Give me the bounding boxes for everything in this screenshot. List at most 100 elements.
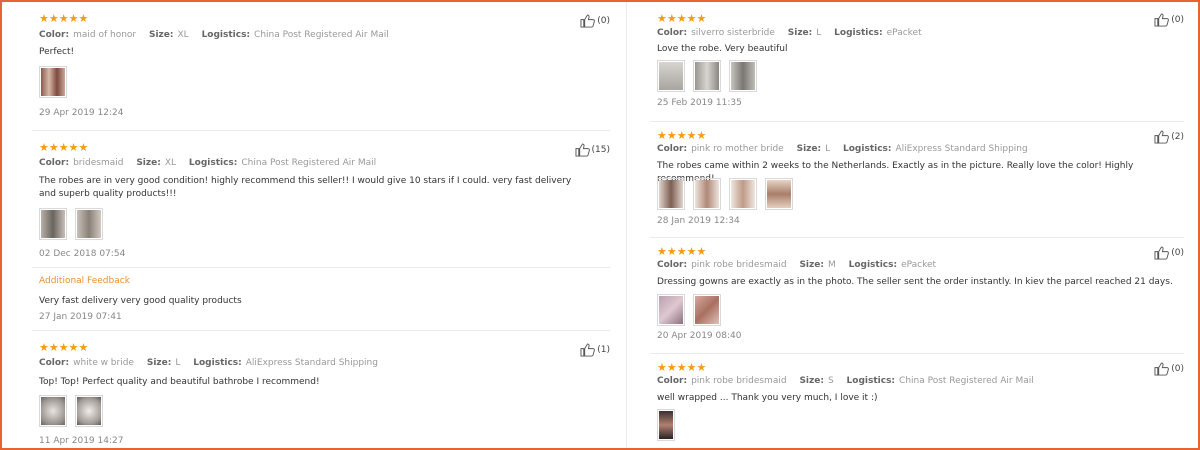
review-photo[interactable] [657, 178, 685, 210]
star-rating: ★★★★★ [657, 245, 707, 258]
review-text: Love the robe. Very beautiful [657, 44, 788, 54]
review-text: Dressing gowns are exactly as in the pho… [657, 277, 1173, 287]
helpful-button[interactable]: (15) [575, 143, 610, 157]
review-text: Top! Top! Perfect quality and beautiful … [39, 377, 320, 387]
column-divider [626, 2, 627, 448]
helpful-button[interactable]: (0) [1154, 13, 1184, 27]
review-photo[interactable] [765, 178, 793, 210]
review-photos [39, 66, 67, 98]
review-card: ★★★★★ Color: pink robe bridesmaid Size: S … [650, 353, 1184, 448]
helpful-count: (15) [591, 145, 610, 155]
logistics-value: ePacket [901, 260, 937, 270]
logistics-value: China Post Registered Air Mail [899, 376, 1034, 386]
color-value: maid of honor [73, 30, 137, 40]
helpful-button[interactable]: (1) [580, 343, 610, 357]
thumbs-up-icon [1154, 362, 1170, 376]
logistics-value: China Post Registered Air Mail [241, 158, 377, 168]
thumbs-up-icon [580, 343, 596, 357]
review-photo[interactable] [657, 409, 675, 441]
logistics-value: China Post Registered Air Mail [254, 30, 389, 40]
helpful-button[interactable]: (0) [1154, 362, 1184, 376]
color-value: silverro sisterbride [691, 28, 775, 38]
review-text: The robes are in very good condition! hi… [39, 176, 572, 199]
size-value: S [827, 376, 834, 386]
review-photo[interactable] [693, 178, 721, 210]
review-date: 25 Feb 2019 11:35 [657, 98, 742, 108]
review-meta: Color: maid of honor Size: XL Logistics: Ch… [39, 30, 389, 40]
review-photos [657, 60, 757, 92]
color-value: pink robe bridesmaid [691, 376, 787, 386]
review-photo[interactable] [657, 60, 685, 92]
color-value: white w bride [73, 358, 134, 368]
helpful-count: (0) [597, 16, 610, 26]
logistics-value: ePacket [886, 28, 922, 38]
star-rating: ★★★★★ [39, 12, 89, 25]
size-value: M [827, 260, 836, 270]
review-photos [39, 208, 103, 240]
color-value: bridesmaid [73, 158, 124, 168]
additional-feedback-title: Additional Feedback [39, 276, 130, 286]
helpful-button[interactable]: (0) [1154, 246, 1184, 260]
review-meta: Color: pink ro mother bride Size: L Logist… [657, 144, 1028, 154]
review-photo[interactable] [39, 66, 67, 98]
review-card: ★★★★★ Color: pink ro mother bride Size: L … [650, 121, 1184, 238]
review-meta: Color: pink robe bridesmaid Size: S Logist… [657, 376, 1034, 386]
review-photos [39, 395, 103, 427]
review-meta: Color: pink robe bridesmaid Size: M Logist… [657, 260, 937, 270]
review-date: 02 Dec 2018 07:54 [39, 249, 126, 259]
star-rating: ★★★★★ [657, 129, 707, 142]
review-meta: Color: white w bride Size: L Logistics: Ali… [39, 358, 378, 368]
review-photo[interactable] [693, 294, 721, 326]
size-value: L [175, 358, 181, 368]
helpful-count: (2) [1171, 132, 1184, 142]
review-card: ★★★★★ Color: silverro sisterbride Size: L … [650, 2, 1184, 121]
helpful-count: (0) [1171, 248, 1184, 258]
review-date: 11 Apr 2019 14:27 [39, 436, 124, 446]
review-card: ★★★★★ Color: pink robe bridesmaid Size: M … [650, 237, 1184, 354]
review-photos [657, 178, 793, 210]
helpful-button[interactable]: (0) [580, 14, 610, 28]
review-card: ★★★★★ Color: white w bride Size: L Logisti… [32, 330, 610, 448]
review-photo[interactable] [75, 208, 103, 240]
thumbs-up-icon [575, 143, 590, 157]
review-card: ★★★★★ Color: maid of honor Size: XL Logist… [32, 2, 610, 130]
thumbs-up-icon [1154, 13, 1170, 27]
review-photos [657, 294, 721, 326]
review-photo[interactable] [75, 395, 103, 427]
review-photo[interactable] [39, 395, 67, 427]
review-photo[interactable] [693, 60, 721, 92]
additional-feedback-divider [32, 267, 610, 268]
helpful-count: (0) [1171, 15, 1184, 25]
size-value: L [825, 144, 831, 154]
helpful-button[interactable]: (2) [1154, 130, 1184, 144]
star-rating: ★★★★★ [39, 141, 89, 154]
logistics-value: AliExpress Standard Shipping [245, 358, 378, 368]
review-card: ★★★★★ Color: bridesmaid Size: XL Logistics… [32, 130, 610, 331]
review-meta: Color: silverro sisterbride Size: L Logist… [657, 28, 922, 38]
additional-feedback-text: Very fast delivery very good quality pro… [39, 296, 242, 306]
thumbs-up-icon [1154, 246, 1170, 260]
thumbs-up-icon [580, 14, 596, 28]
review-date: 28 Jan 2019 12:34 [657, 216, 740, 226]
review-photo[interactable] [39, 208, 67, 240]
size-value: L [816, 28, 822, 38]
review-meta: Color: bridesmaid Size: XL Logistics: China… [39, 158, 377, 168]
star-rating: ★★★★★ [657, 12, 707, 25]
review-photo[interactable] [657, 294, 685, 326]
review-text: Perfect! [39, 47, 75, 57]
helpful-count: (0) [1171, 364, 1184, 374]
review-date: 20 Apr 2019 08:40 [657, 331, 742, 341]
review-panel: ★★★★★ Color: maid of honor Size: XL Logist… [0, 0, 1200, 450]
logistics-value: AliExpress Standard Shipping [895, 144, 1028, 154]
review-photo[interactable] [729, 60, 757, 92]
size-value: XL [164, 158, 177, 168]
thumbs-up-icon [1154, 130, 1170, 144]
size-value: XL [177, 30, 189, 40]
additional-feedback-date: 27 Jan 2019 07:41 [39, 312, 122, 322]
star-rating: ★★★★★ [39, 341, 89, 354]
review-photo[interactable] [729, 178, 757, 210]
star-rating: ★★★★★ [657, 361, 707, 374]
review-photos [657, 409, 675, 441]
review-text: well wrapped ... Thank you very much, I … [657, 393, 878, 403]
color-value: pink ro mother bride [691, 144, 784, 154]
